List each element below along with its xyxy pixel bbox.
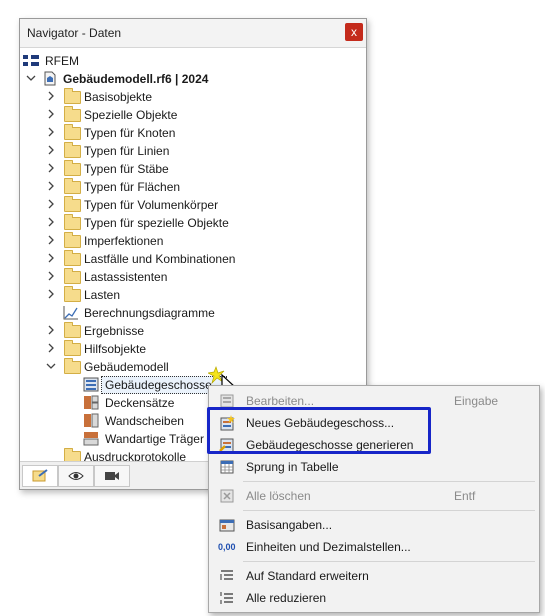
highlight-frame bbox=[207, 407, 431, 454]
tree-item-label: Typen für Linien bbox=[84, 144, 170, 158]
menu-item-label: Basisangaben... bbox=[246, 518, 333, 532]
menu-item-label: Alle löschen bbox=[246, 489, 311, 503]
chevron-right-icon[interactable] bbox=[45, 108, 57, 120]
tree-item-label: Typen für spezielle Objekte bbox=[84, 216, 229, 230]
tab-display[interactable] bbox=[58, 465, 94, 487]
tree-item-label: Ausdruckprotokolle bbox=[84, 450, 187, 461]
menu-item-units[interactable]: 0,00 Einheiten und Dezimalstellen... bbox=[209, 536, 539, 558]
storey-icon bbox=[83, 377, 99, 392]
menu-item-expand-default[interactable]: Auf Standard erweitern bbox=[209, 565, 539, 587]
tree-item-label: Typen für Flächen bbox=[84, 180, 181, 194]
tree-item-label: Lastfälle und Kombinationen bbox=[84, 252, 236, 266]
chevron-right-icon[interactable] bbox=[45, 270, 57, 282]
wall-icon bbox=[84, 413, 99, 428]
tree-item-label: Deckensätze bbox=[105, 396, 175, 410]
table-icon bbox=[220, 460, 234, 474]
collapse-tree-icon bbox=[220, 592, 233, 604]
folder-icon bbox=[64, 88, 81, 104]
tree-item-label: Basisobjekte bbox=[84, 90, 153, 104]
deep-beam-icon bbox=[83, 432, 99, 446]
model-file-label: Gebäudemodell.rf6 | 2024 bbox=[63, 72, 209, 86]
chevron-right-icon[interactable] bbox=[45, 324, 57, 336]
menu-item-label: Alle reduzieren bbox=[246, 591, 327, 605]
folder-icon bbox=[64, 124, 81, 140]
folder-icon bbox=[64, 178, 81, 194]
data-navigator-icon bbox=[32, 469, 48, 482]
title-bar: Navigator - Daten x bbox=[20, 19, 366, 48]
tree-item-label: Gebäudegeschosse bbox=[105, 378, 212, 392]
tree-item-label: Spezielle Objekte bbox=[84, 108, 178, 122]
folder-icon bbox=[64, 160, 81, 176]
menu-separator bbox=[243, 481, 535, 482]
window-title: Navigator - Daten bbox=[27, 26, 122, 40]
basic-data-icon bbox=[219, 519, 235, 532]
model-file-icon bbox=[44, 71, 56, 86]
menu-item-label: Einheiten und Dezimalstellen... bbox=[246, 540, 411, 554]
chevron-down-icon[interactable] bbox=[45, 360, 57, 372]
chevron-right-icon[interactable] bbox=[45, 90, 57, 102]
tree-item-label: Wandartige Träger bbox=[105, 432, 204, 446]
chevron-right-icon[interactable] bbox=[45, 216, 57, 228]
tree-item-label: Ergebnisse bbox=[84, 324, 145, 338]
menu-item-delete-all[interactable]: Alle löschen Entf bbox=[209, 485, 539, 507]
folder-icon bbox=[64, 268, 81, 284]
menu-item-label: Sprung in Tabelle bbox=[246, 460, 339, 474]
expand-tree-icon bbox=[220, 570, 233, 580]
tree-item-label: Typen für Volumenkörper bbox=[84, 198, 219, 212]
folder-icon bbox=[64, 322, 81, 338]
tree-item-label: Imperfektionen bbox=[84, 234, 164, 248]
tab-views[interactable] bbox=[94, 465, 130, 487]
folder-icon bbox=[64, 250, 81, 266]
tree-item-label: Typen für Knoten bbox=[84, 126, 176, 140]
folder-open-icon bbox=[64, 358, 81, 374]
menu-item-shortcut: Entf bbox=[454, 489, 476, 503]
chevron-right-icon[interactable] bbox=[45, 162, 57, 174]
chevron-right-icon[interactable] bbox=[45, 198, 57, 210]
menu-item-label: Bearbeiten... bbox=[246, 394, 315, 408]
folder-icon bbox=[64, 286, 81, 302]
folder-icon bbox=[64, 448, 81, 461]
chevron-right-icon[interactable] bbox=[45, 126, 57, 138]
tree-item-label: Wandscheiben bbox=[105, 414, 184, 428]
menu-item-label: Auf Standard erweitern bbox=[246, 569, 369, 583]
tree-item-label: Hilfsobjekte bbox=[84, 342, 147, 356]
units-decimals-icon: 0,00 bbox=[218, 542, 236, 552]
rfem-logo-icon bbox=[23, 55, 39, 66]
folder-icon bbox=[64, 232, 81, 248]
camera-icon bbox=[105, 472, 119, 480]
chevron-down-icon[interactable] bbox=[25, 72, 37, 84]
diagram-icon bbox=[63, 306, 78, 320]
folder-icon bbox=[64, 340, 81, 356]
menu-item-jump-to-table[interactable]: Sprung in Tabelle bbox=[209, 456, 539, 478]
tree-item-label: Lastassistenten bbox=[84, 270, 168, 284]
chevron-right-icon[interactable] bbox=[45, 180, 57, 192]
chevron-right-icon[interactable] bbox=[45, 342, 57, 354]
tree-item-label: Berechnungsdiagramme bbox=[84, 306, 215, 320]
menu-separator bbox=[243, 561, 535, 562]
folder-icon bbox=[64, 106, 81, 122]
chevron-right-icon[interactable] bbox=[45, 252, 57, 264]
tree-root-label: RFEM bbox=[45, 54, 79, 68]
menu-item-shortcut: Eingabe bbox=[454, 394, 499, 408]
eye-icon bbox=[68, 472, 84, 480]
chevron-right-icon[interactable] bbox=[45, 144, 57, 156]
chevron-right-icon[interactable] bbox=[45, 288, 57, 300]
folder-icon bbox=[64, 196, 81, 212]
tab-data[interactable] bbox=[22, 465, 58, 487]
close-button[interactable]: x bbox=[345, 23, 363, 41]
menu-separator bbox=[243, 510, 535, 511]
tree-item-label: Typen für Stäbe bbox=[84, 162, 169, 176]
slab-set-icon bbox=[84, 395, 99, 410]
tree-item-label: Lasten bbox=[84, 288, 121, 302]
folder-icon bbox=[64, 142, 81, 158]
folder-icon bbox=[64, 214, 81, 230]
tree-item-label: Gebäudemodell bbox=[84, 360, 169, 374]
menu-item-collapse-all[interactable]: Alle reduzieren bbox=[209, 587, 539, 609]
menu-item-basic-data[interactable]: Basisangaben... bbox=[209, 514, 539, 536]
chevron-right-icon[interactable] bbox=[45, 234, 57, 246]
delete-all-icon bbox=[220, 489, 234, 503]
